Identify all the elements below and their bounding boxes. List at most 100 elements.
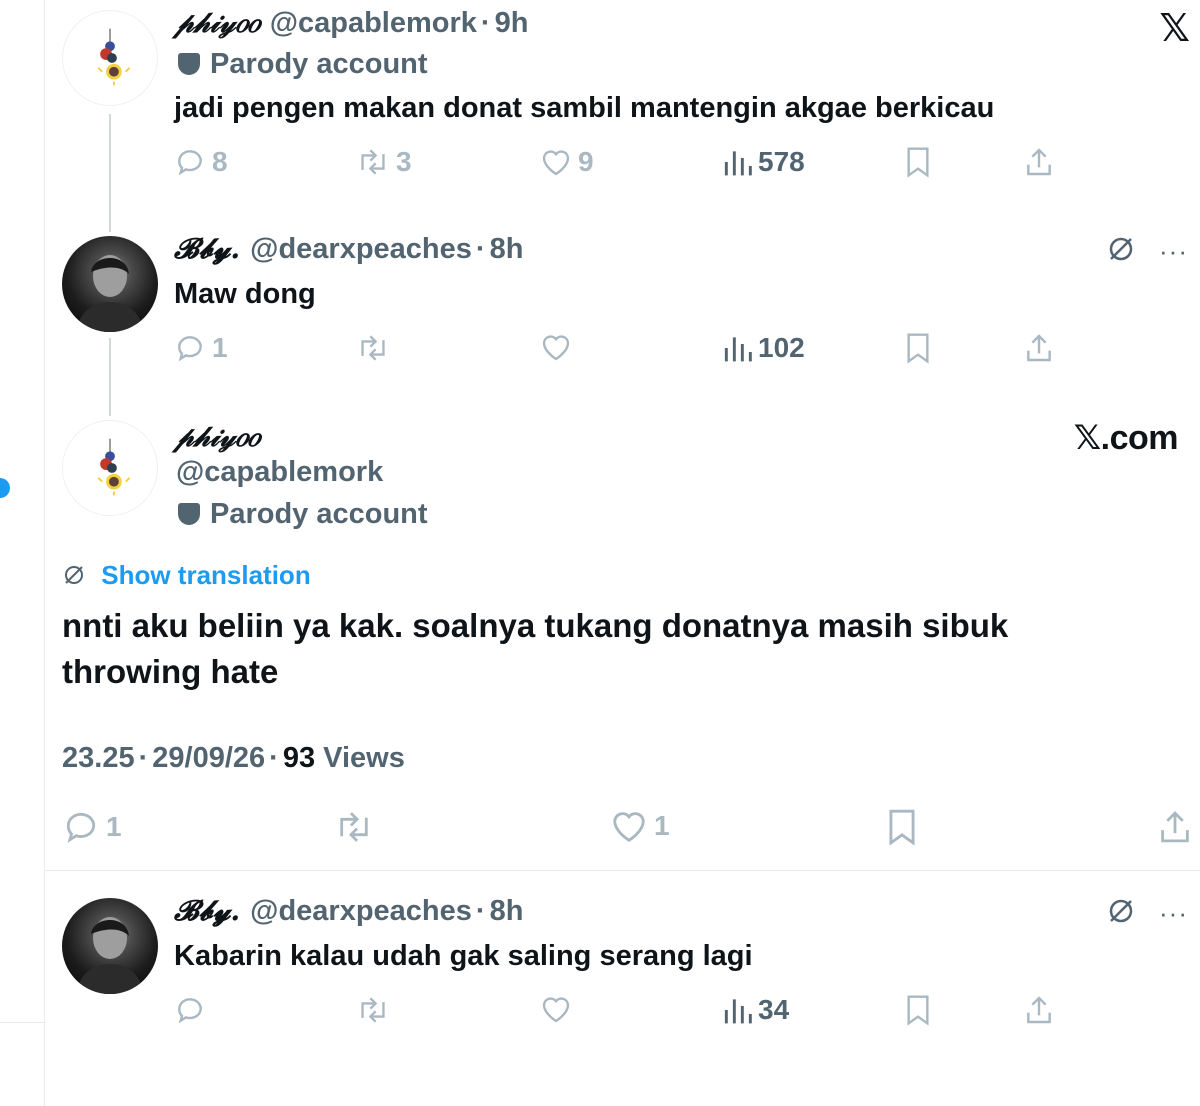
- bookmark-button[interactable]: [904, 332, 932, 364]
- x-com-watermark: 𝕏.com: [1073, 419, 1179, 457]
- tweet-text: Kabarin kalau udah gak saling serang lag…: [174, 940, 753, 972]
- translate-icon[interactable]: [1106, 896, 1136, 935]
- timestamp[interactable]: 9h: [495, 7, 529, 39]
- reply-icon: [178, 336, 202, 362]
- bookmark-button[interactable]: [904, 994, 932, 1026]
- avatar-illustration: [97, 28, 131, 86]
- tweet-header: 𝓅𝒽𝒾𝓎𝑜𝑜 @capablemork · 9h: [174, 6, 528, 40]
- more-options-button[interactable]: ···: [1159, 236, 1188, 267]
- section-divider: [44, 870, 1200, 871]
- reply-button[interactable]: 8: [174, 146, 228, 178]
- left-column-divider: [0, 1022, 46, 1023]
- views-icon: [724, 337, 752, 362]
- retweet-button[interactable]: [356, 994, 390, 1026]
- tweet-actions: 34: [174, 994, 1054, 1034]
- like-button[interactable]: [540, 332, 572, 362]
- retweet-button[interactable]: [356, 332, 390, 364]
- handle[interactable]: @dearxpeaches: [250, 233, 472, 265]
- separator-dot: ·: [269, 742, 279, 774]
- bookmark-icon: [889, 809, 915, 846]
- parody-mask-icon: [178, 503, 200, 525]
- views-count: 93: [282, 742, 316, 774]
- tweet-actions: 8 3 9 578: [174, 146, 1054, 186]
- heart-icon: [613, 812, 645, 842]
- x-logo-icon: 𝕏: [1159, 6, 1190, 50]
- share-button[interactable]: [1158, 808, 1192, 846]
- avatar[interactable]: [62, 420, 158, 516]
- reply-count: 8: [212, 146, 228, 177]
- views-button[interactable]: 34: [722, 994, 789, 1026]
- avatar[interactable]: [62, 898, 158, 994]
- retweet-icon: [361, 335, 385, 361]
- display-name[interactable]: 𝓅𝒽𝒾𝓎𝑜𝑜: [174, 420, 260, 454]
- share-button[interactable]: [1024, 146, 1054, 178]
- handle[interactable]: @dearxpeaches: [250, 895, 472, 927]
- views-icon: [724, 999, 752, 1024]
- bookmark-icon: [907, 147, 929, 178]
- retweet-icon: [340, 812, 368, 842]
- handle[interactable]: @capablemork: [270, 7, 477, 39]
- share-icon: [1161, 811, 1189, 843]
- heart-icon: [542, 997, 570, 1023]
- parody-badge: Parody account: [178, 48, 428, 81]
- retweet-count: 3: [396, 146, 412, 177]
- views-count: 102: [758, 332, 805, 363]
- parody-badge: Parody account: [178, 498, 428, 531]
- reply-count: 1: [106, 811, 122, 842]
- avatar[interactable]: [62, 10, 158, 106]
- tweet-actions: 1 1: [62, 808, 1192, 852]
- avatar-photo: [76, 917, 144, 994]
- handle[interactable]: @capablemork: [176, 456, 383, 489]
- views-icon: [724, 151, 752, 176]
- translate-icon[interactable]: [1106, 234, 1136, 273]
- bookmark-icon: [907, 333, 929, 364]
- like-button[interactable]: [540, 994, 572, 1024]
- left-column-border: [44, 0, 45, 1106]
- more-options-button[interactable]: ···: [1159, 898, 1188, 929]
- avatar-illustration: [97, 438, 131, 496]
- timestamp[interactable]: 8h: [490, 895, 524, 927]
- parody-mask-icon: [178, 53, 200, 75]
- display-name[interactable]: 𝓑𝓫𝔂.: [174, 894, 240, 927]
- reply-button[interactable]: 1: [62, 808, 122, 846]
- share-icon: [1027, 996, 1051, 1024]
- retweet-button[interactable]: 3: [356, 146, 412, 178]
- bookmark-button[interactable]: [886, 808, 918, 846]
- views-label[interactable]: Views: [323, 742, 405, 774]
- share-button[interactable]: [1024, 994, 1054, 1026]
- separator-dot: ·: [138, 742, 149, 774]
- like-count: 9: [578, 146, 594, 177]
- reply-icon: [178, 998, 202, 1024]
- separator-dot: ·: [480, 7, 491, 39]
- reply-button[interactable]: 1: [174, 332, 228, 364]
- parody-label: Parody account: [210, 498, 428, 530]
- retweet-icon: [361, 997, 385, 1023]
- reply-icon: [178, 150, 202, 176]
- tweet-date[interactable]: 29/09/26: [152, 742, 265, 774]
- timestamp[interactable]: 8h: [490, 233, 524, 265]
- heart-icon: [542, 335, 570, 361]
- display-name[interactable]: 𝓑𝓫𝔂.: [174, 232, 240, 265]
- tweet-actions: 1 102: [174, 332, 1054, 372]
- like-button[interactable]: 1: [610, 808, 670, 844]
- notification-dot[interactable]: [0, 478, 10, 498]
- tweet-text: nnti aku beliin ya kak. soalnya tukang d…: [62, 607, 1009, 690]
- translate-icon: [62, 560, 93, 590]
- share-button[interactable]: [1024, 332, 1054, 364]
- reply-button[interactable]: [174, 994, 206, 1026]
- avatar[interactable]: [62, 236, 158, 332]
- retweet-button[interactable]: [334, 808, 374, 846]
- retweet-icon: [361, 149, 385, 175]
- tweet-header: 𝓑𝓫𝔂. @dearxpeaches · 8h: [174, 894, 523, 928]
- thread-connector: [109, 114, 111, 232]
- bookmark-button[interactable]: [904, 146, 932, 178]
- avatar-photo: [76, 255, 144, 332]
- like-count: 1: [654, 810, 670, 841]
- show-translation-link[interactable]: Show translation: [62, 560, 311, 591]
- views-button[interactable]: 102: [722, 332, 805, 364]
- tweet-time[interactable]: 23.25: [62, 742, 135, 774]
- views-button[interactable]: 578: [722, 146, 805, 178]
- display-name[interactable]: 𝓅𝒽𝒾𝓎𝑜𝑜: [174, 6, 260, 39]
- separator-dot: ·: [475, 233, 486, 265]
- like-button[interactable]: 9: [540, 146, 594, 178]
